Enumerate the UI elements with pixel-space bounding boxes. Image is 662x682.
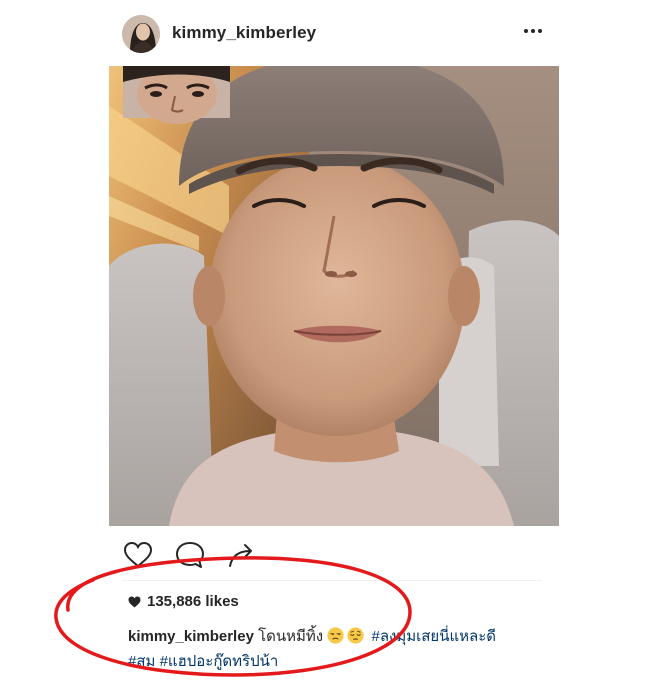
selfie-image — [109, 66, 559, 526]
divider — [122, 580, 542, 581]
post-username[interactable]: kimmy_kimberley — [172, 23, 316, 43]
caption-username[interactable]: kimmy_kimberley — [128, 628, 254, 645]
likes-label: 135,886 likes — [147, 593, 239, 610]
unamused-face-icon — [327, 627, 344, 644]
pensive-face-icon — [347, 627, 364, 644]
comment-bubble-icon — [176, 542, 204, 568]
heart-outline-icon — [123, 541, 153, 568]
heart-filled-icon — [128, 596, 141, 607]
share-arrow-icon — [229, 544, 252, 567]
avatar[interactable] — [122, 15, 160, 53]
hashtag-link[interactable]: #สม — [128, 653, 155, 670]
caption: kimmy_kimberley โดนหมีทิ้ง #ลงมุมเสยนี่แ… — [128, 624, 548, 674]
more-dots-icon — [524, 29, 542, 33]
avatar-image — [122, 15, 160, 53]
post-photo[interactable] — [109, 66, 559, 526]
like-button[interactable] — [122, 540, 154, 570]
action-bar — [122, 540, 262, 570]
caption-text: โดนหมีทิ้ง — [258, 628, 324, 645]
more-options-button[interactable] — [521, 22, 545, 40]
hashtag-link[interactable]: #ลงมุมเสยนี่แหละดี — [371, 628, 496, 645]
share-button[interactable] — [226, 540, 258, 570]
comment-button[interactable] — [174, 540, 206, 570]
likes-count[interactable]: 135,886 likes — [128, 593, 239, 610]
hashtag-link[interactable]: #แฮปอะกู๊ดทริปน้า — [160, 653, 279, 670]
